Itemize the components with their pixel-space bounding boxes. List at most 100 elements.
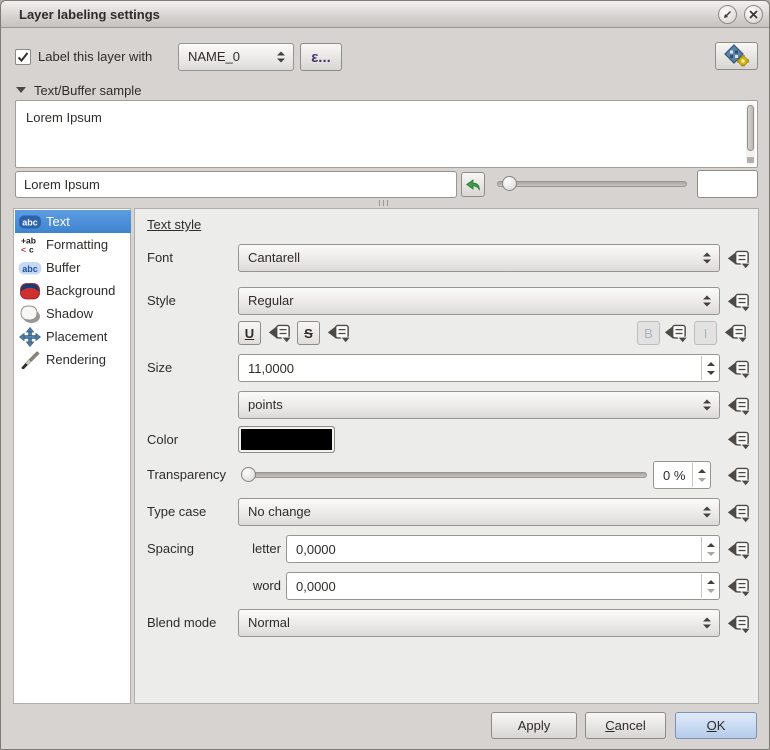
sample-text-input[interactable] [15,171,457,198]
sample-size-slider-track[interactable] [497,181,687,187]
spinner-arrows-icon[interactable] [692,463,710,487]
restore-icon [722,9,733,20]
style-value: Regular [248,288,294,314]
color-data-override-icon[interactable] [725,427,751,453]
size-unit-combo[interactable]: points [238,391,720,419]
spacing-word-label: word [236,572,281,600]
combo-arrows-icon [703,507,711,518]
text-style-section-title: Text style [147,217,201,232]
letter-spacing-spinbox[interactable] [286,535,720,563]
blend-mode-value: Normal [248,610,290,636]
sample-section-title: Text/Buffer sample [34,83,141,98]
sidebar-item-label: Background [46,283,115,298]
sidebar-item-rendering[interactable]: Rendering [15,348,131,371]
sidebar-item-text[interactable]: Text [15,210,131,233]
sample-scrollbar-end [747,157,754,163]
size-input[interactable] [239,355,700,381]
collapse-triangle-icon[interactable] [16,87,26,93]
size-spinbox[interactable] [238,354,720,382]
strikeout-button[interactable]: S [297,321,320,345]
sample-size-slider-handle[interactable] [502,176,517,191]
word-spacing-data-override-icon[interactable] [725,574,751,600]
transparency-slider-track[interactable] [241,472,647,478]
transparency-data-override-icon[interactable] [725,463,751,489]
underline-button[interactable]: U [238,321,261,345]
cancel-button[interactable]: Cancel [585,712,666,739]
combo-arrows-icon [703,400,711,411]
style-data-override-icon[interactable] [725,289,751,315]
italic-data-override-icon[interactable] [722,320,748,346]
placement-engine-icon [724,44,750,68]
sidebar-item-placement[interactable]: Placement [15,325,131,348]
blend-mode-combo[interactable]: Normal [238,609,720,637]
ok-button-label: OK [707,718,726,733]
close-window-button[interactable] [744,5,763,24]
placement-arrows-icon [18,327,42,347]
sidebar-item-label: Rendering [46,352,106,367]
splitter-handle[interactable] [379,200,388,206]
italic-button[interactable]: I [694,321,717,345]
letter-spacing-data-override-icon[interactable] [725,537,751,563]
sidebar-item-formatting[interactable]: Formatting [15,233,131,256]
type-case-combo[interactable]: No change [238,498,720,526]
spinner-arrows-icon[interactable] [701,574,719,598]
underline-data-override-icon[interactable] [266,320,292,346]
spacing-letter-label: letter [236,535,281,563]
combo-arrows-icon [703,253,711,264]
transparency-label: Transparency [147,461,226,489]
label-layer-checkbox[interactable] [15,49,31,65]
label-layer-with-label: Label this layer with [38,43,152,71]
style-combo[interactable]: Regular [238,287,720,315]
size-label: Size [147,354,172,382]
spinner-arrows-icon[interactable] [701,537,719,561]
sample-preview-text: Lorem Ipsum [26,110,102,125]
sidebar-item-label: Placement [46,329,107,344]
expression-builder-button[interactable]: ε... [300,43,342,71]
sidebar-item-label: Formatting [46,237,108,252]
letter-spacing-input[interactable] [287,536,700,562]
cancel-button-label: Cancel [605,718,645,733]
transparency-spinbox[interactable] [653,461,711,489]
size-data-override-icon[interactable] [725,356,751,382]
word-spacing-spinbox[interactable] [286,572,720,600]
settings-sidebar: Text Formatting Buffer Background Shadow… [13,208,131,704]
apply-button[interactable]: Apply [491,712,577,739]
word-spacing-input[interactable] [287,573,700,599]
combo-arrows-icon [703,618,711,629]
automated-placement-settings-button[interactable] [715,42,758,70]
sidebar-item-buffer[interactable]: Buffer [15,256,131,279]
font-data-override-icon[interactable] [725,246,751,272]
combo-arrows-icon [703,296,711,307]
transparency-input[interactable] [654,462,691,488]
sidebar-item-background[interactable]: Background [15,279,131,302]
check-icon [16,50,30,64]
window-title: Layer labeling settings [19,1,160,28]
bold-button[interactable]: B [637,321,660,345]
titlebar[interactable]: Layer labeling settings [1,1,769,28]
transparency-slider-handle[interactable] [241,467,256,482]
preview-background-swatch[interactable] [697,170,758,198]
blend-mode-data-override-icon[interactable] [725,611,751,637]
type-case-data-override-icon[interactable] [725,500,751,526]
sidebar-item-shadow[interactable]: Shadow [15,302,131,325]
spinner-arrows-icon[interactable] [701,356,719,380]
text-color-swatch-button[interactable] [238,426,335,453]
undo-arrow-icon [464,176,482,194]
combo-arrows-icon [277,52,285,63]
ok-button[interactable]: OK [675,712,757,739]
size-unit-value: points [248,392,283,418]
font-value: Cantarell [248,245,300,271]
restore-window-button[interactable] [718,5,737,24]
bold-data-override-icon[interactable] [662,320,688,346]
font-combo[interactable]: Cantarell [238,244,720,272]
size-unit-data-override-icon[interactable] [725,393,751,419]
color-label: Color [147,426,178,453]
strikeout-data-override-icon[interactable] [325,320,351,346]
sidebar-item-label: Buffer [46,260,80,275]
sample-scrollbar-thumb[interactable] [747,105,754,151]
reset-sample-button[interactable] [461,172,485,197]
shadow-icon [18,304,42,324]
font-label: Font [147,244,173,272]
attribute-field-combo[interactable]: NAME_0 [178,43,294,71]
text-abc-icon [18,212,42,232]
